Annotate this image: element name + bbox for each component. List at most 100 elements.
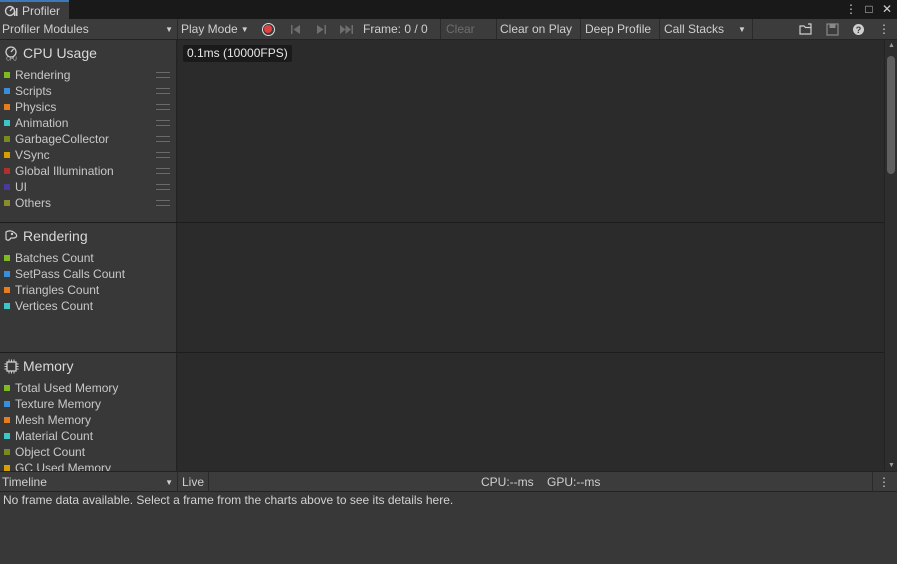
profiler-tab[interactable]: Profiler	[0, 0, 69, 19]
chevron-down-icon: ▼	[165, 477, 173, 487]
legend-item-label: Texture Memory	[15, 397, 102, 411]
legend-item-setpass-calls-count[interactable]: SetPass Calls Count	[4, 266, 174, 282]
rendering-legend[interactable]: Rendering Batches Count SetPass Calls Cou…	[0, 223, 177, 352]
legend-item-batches-count[interactable]: Batches Count	[4, 250, 174, 266]
legend-item-label: Scripts	[15, 84, 52, 98]
legend-item-label: GarbageCollector	[15, 132, 110, 146]
series-color-swatch	[4, 449, 10, 455]
call-stacks-toggle[interactable]: Call Stacks	[664, 19, 724, 39]
record-button[interactable]	[258, 19, 278, 39]
legend-item-rendering[interactable]: Rendering	[4, 67, 174, 83]
legend-item-ui[interactable]: UI	[4, 179, 174, 195]
drag-handle-icon[interactable]	[156, 88, 170, 94]
legend-item-object-count[interactable]: Object Count	[4, 444, 174, 460]
modules-scrollbar[interactable]: ▲ ▼	[884, 40, 897, 471]
scrollbar-thumb[interactable]	[887, 56, 895, 174]
legend-item-label: Total Used Memory	[15, 381, 119, 395]
cpu-usage-legend[interactable]: CPU CPU Usage Rendering Scripts Physics Ani…	[0, 40, 177, 222]
frame-counter: Frame: 0 / 0	[363, 22, 428, 36]
first-frame-button[interactable]	[288, 19, 302, 39]
clear-on-play-toggle[interactable]: Clear on Play	[500, 19, 572, 39]
save-button[interactable]	[824, 19, 840, 39]
rendering-chart[interactable]	[178, 223, 884, 352]
drag-handle-icon[interactable]	[156, 72, 170, 78]
legend-item-others[interactable]: Others	[4, 195, 174, 211]
rendering-label: Rendering	[23, 228, 88, 244]
more-options-icon: ⋮	[878, 22, 890, 36]
memory-legend[interactable]: Memory Total Used Memory Texture Memory Me…	[0, 353, 177, 471]
scroll-up-icon[interactable]: ▲	[887, 42, 896, 49]
details-more-button[interactable]: ⋮	[877, 472, 891, 492]
cpu-time-readout: CPU:--ms	[481, 475, 534, 489]
legend-item-vsync[interactable]: VSync	[4, 147, 174, 163]
drag-handle-icon[interactable]	[156, 136, 170, 142]
profiler-modules-label: Profiler Modules	[2, 22, 89, 36]
drag-handle-icon[interactable]	[156, 152, 170, 158]
view-type-dropdown[interactable]: Timeline ▼	[0, 472, 178, 492]
legend-item-vertices-count[interactable]: Vertices Count	[4, 298, 174, 314]
rendering-icon	[4, 229, 19, 244]
profiler-toolbar: Profiler Modules ▼ Play Mode ▼ Frame: 0 …	[0, 19, 897, 40]
load-button[interactable]	[798, 19, 814, 39]
legend-item-label: Mesh Memory	[15, 413, 92, 427]
details-toolbar: Timeline ▼ Live CPU:--ms GPU:--ms ⋮	[0, 471, 897, 492]
legend-item-scripts[interactable]: Scripts	[4, 83, 174, 99]
frame-details-pane: No frame data available. Select a frame …	[0, 492, 897, 564]
drag-handle-icon[interactable]	[156, 120, 170, 126]
folder-open-icon	[798, 22, 812, 35]
call-stacks-dropdown[interactable]: ▼	[735, 19, 749, 39]
close-icon[interactable]: ✕	[881, 0, 893, 19]
chevron-down-icon: ▼	[240, 24, 249, 34]
live-toggle[interactable]: Live	[178, 472, 209, 492]
clear-button[interactable]: Clear	[446, 19, 475, 39]
drag-handle-icon[interactable]	[156, 200, 170, 206]
deep-profile-toggle[interactable]: Deep Profile	[585, 19, 651, 39]
cpu-usage-chart[interactable]	[178, 40, 884, 222]
chevron-down-icon: ▼	[738, 24, 746, 34]
no-frame-data-message: No frame data available. Select a frame …	[3, 493, 454, 507]
maximize-icon[interactable]: □	[863, 0, 875, 19]
play-mode-label: Play Mode	[181, 22, 238, 36]
legend-item-garbagecollector[interactable]: GarbageCollector	[4, 131, 174, 147]
play-mode-dropdown[interactable]: Play Mode ▼	[181, 19, 249, 39]
drag-handle-icon[interactable]	[156, 104, 170, 110]
more-options-icon[interactable]: ⋮	[845, 0, 857, 19]
legend-item-total-used-memory[interactable]: Total Used Memory	[4, 380, 174, 396]
step-back-icon	[290, 24, 300, 34]
legend-item-triangles-count[interactable]: Triangles Count	[4, 282, 174, 298]
legend-item-texture-memory[interactable]: Texture Memory	[4, 396, 174, 412]
legend-item-gc-used-memory[interactable]: GC Used Memory	[4, 460, 174, 471]
memory-label: Memory	[23, 358, 74, 374]
record-icon	[261, 22, 275, 36]
legend-item-label: Animation	[15, 116, 69, 130]
legend-item-physics[interactable]: Physics	[4, 99, 174, 115]
next-frame-button[interactable]	[314, 19, 328, 39]
memory-title: Memory	[4, 357, 74, 375]
memory-chart[interactable]	[178, 353, 884, 471]
series-color-swatch	[4, 104, 10, 110]
legend-item-mesh-memory[interactable]: Mesh Memory	[4, 412, 174, 428]
drag-handle-icon[interactable]	[156, 168, 170, 174]
profiler-modules-dropdown[interactable]: Profiler Modules ▼	[0, 19, 177, 39]
legend-item-label: Object Count	[15, 445, 86, 459]
drag-handle-icon[interactable]	[156, 184, 170, 190]
legend-item-animation[interactable]: Animation	[4, 115, 174, 131]
series-color-swatch	[4, 152, 10, 158]
help-icon: ?	[852, 23, 864, 35]
legend-item-global-illumination[interactable]: Global Illumination	[4, 163, 174, 179]
legend-item-material-count[interactable]: Material Count	[4, 428, 174, 444]
legend-item-label: Others	[15, 196, 52, 210]
series-color-swatch	[4, 168, 10, 174]
series-color-swatch	[4, 184, 10, 190]
last-frame-button[interactable]	[338, 19, 356, 39]
legend-item-label: Physics	[15, 100, 57, 114]
rendering-title: Rendering	[4, 227, 88, 245]
legend-item-label: VSync	[15, 148, 50, 162]
chevron-down-icon: ▼	[165, 24, 173, 34]
scroll-down-icon[interactable]: ▼	[887, 462, 896, 469]
toolbar-more-button[interactable]: ⋮	[877, 19, 891, 39]
help-button[interactable]: ?	[850, 19, 866, 39]
svg-text:?: ?	[855, 25, 861, 35]
window-title-bar: Profiler ⋮ □ ✕	[0, 0, 897, 19]
series-color-swatch	[4, 433, 10, 439]
